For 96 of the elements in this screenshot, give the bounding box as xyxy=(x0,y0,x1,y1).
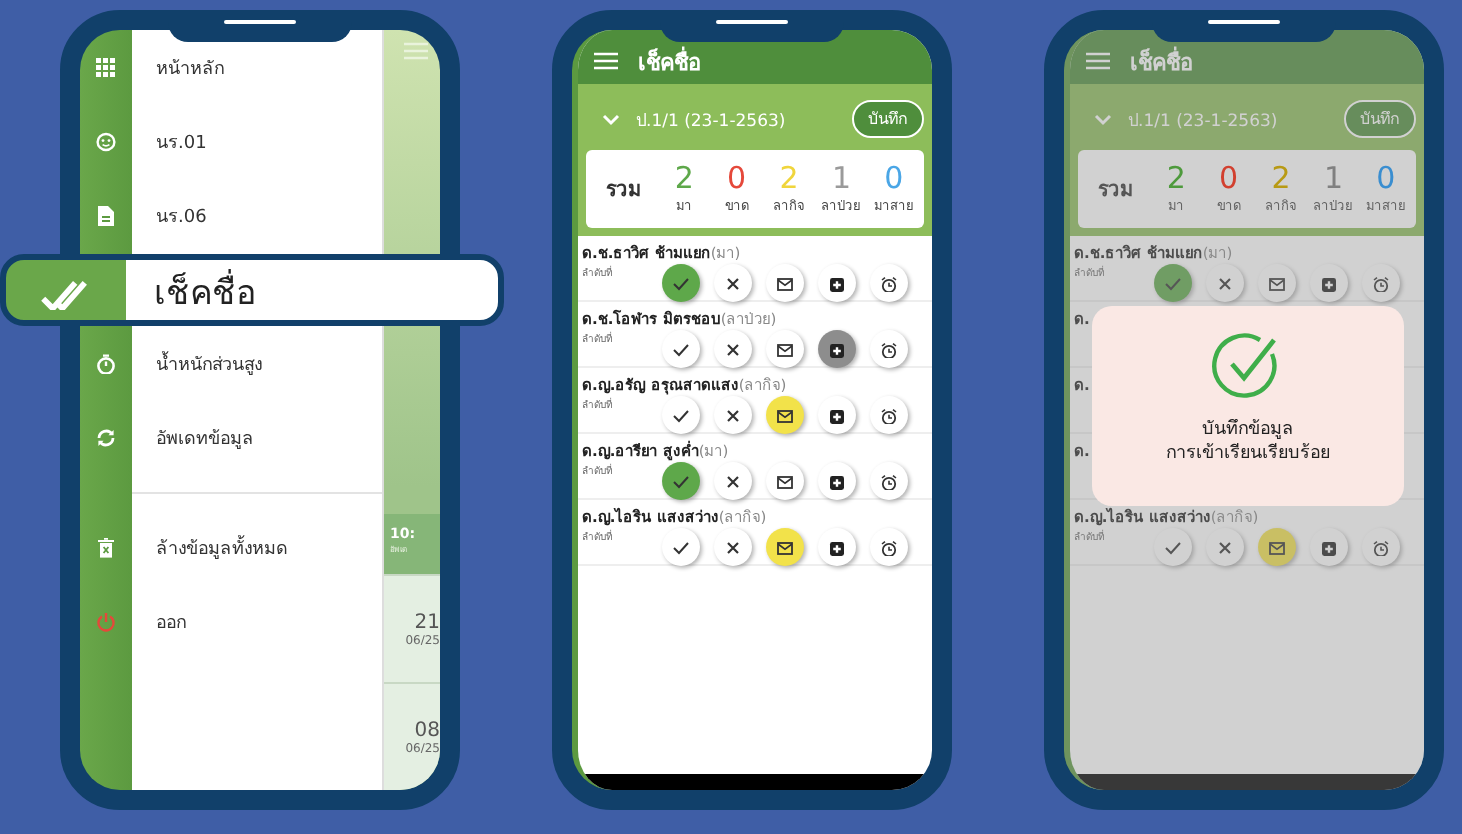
close-icon xyxy=(724,407,742,423)
dialog-text: บันทึกข้อมูล xyxy=(1202,418,1294,442)
trash-icon xyxy=(96,538,116,558)
menu-item[interactable]: ล้างข้อมูลทั้งหมด xyxy=(80,524,382,572)
check-icon xyxy=(672,473,690,489)
attendance-button[interactable] xyxy=(662,462,700,500)
plus-square-icon xyxy=(828,407,846,423)
close-icon xyxy=(724,473,742,489)
count-value: 0 xyxy=(1219,160,1239,196)
count-value: 0 xyxy=(1376,160,1396,196)
attendance-button[interactable] xyxy=(818,528,856,566)
attendance-button[interactable] xyxy=(662,396,700,434)
check-icon xyxy=(1164,539,1182,555)
menu-item[interactable]: เช็คชื่อ xyxy=(0,254,504,326)
attendance-button[interactable] xyxy=(766,528,804,566)
menu-item[interactable]: นร.06 xyxy=(80,192,382,240)
close-icon xyxy=(724,275,742,291)
total-label: รวม xyxy=(1096,177,1136,203)
alarm-clock-icon xyxy=(880,275,898,291)
attendance-button[interactable] xyxy=(714,528,752,566)
close-icon xyxy=(1216,275,1234,291)
check-icon xyxy=(672,275,690,291)
attendance-button[interactable] xyxy=(870,528,908,566)
attendance-button[interactable] xyxy=(662,264,700,302)
save-button[interactable]: บันทึก xyxy=(852,100,924,138)
app-title: เช็คชื่อ xyxy=(1130,44,1194,79)
face-icon xyxy=(96,132,116,152)
envelope-icon xyxy=(776,539,794,555)
envelope-icon xyxy=(776,341,794,357)
document-icon xyxy=(96,206,116,226)
attendance-button[interactable] xyxy=(818,396,856,434)
check-icon xyxy=(672,341,690,357)
grid-icon xyxy=(96,58,116,78)
alarm-clock-icon xyxy=(880,407,898,423)
count-value: 1 xyxy=(831,160,851,196)
alarm-clock-icon xyxy=(880,539,898,555)
count-value: 2 xyxy=(674,160,694,196)
envelope-icon xyxy=(776,473,794,489)
attendance-button[interactable] xyxy=(766,264,804,302)
menu-item[interactable]: นร.01 xyxy=(80,118,382,166)
entry-day: 21 xyxy=(388,612,440,634)
power-icon xyxy=(96,612,116,632)
entry-day: 08 xyxy=(388,720,440,742)
envelope-icon xyxy=(1268,539,1286,555)
plus-square-icon xyxy=(1320,539,1338,555)
count-value: 2 xyxy=(1166,160,1186,196)
envelope-icon xyxy=(776,407,794,423)
attendance-button[interactable] xyxy=(714,396,752,434)
envelope-icon xyxy=(776,275,794,291)
check-icon xyxy=(1164,275,1182,291)
attendance-button[interactable] xyxy=(766,396,804,434)
menu-item[interactable]: อัพเดทข้อมูล xyxy=(80,414,382,462)
attendance-button[interactable] xyxy=(818,330,856,368)
attendance-button[interactable] xyxy=(766,462,804,500)
dialog-text: การเข้าเรียนเรียบร้อย xyxy=(1166,442,1330,466)
class-label: ป.1/1 (23-1-2563) xyxy=(636,109,788,133)
class-label: ป.1/1 (23-1-2563) xyxy=(1128,109,1280,133)
attendance-button[interactable] xyxy=(870,396,908,434)
plus-square-icon xyxy=(1320,275,1338,291)
plus-square-icon xyxy=(828,539,846,555)
alarm-clock-icon xyxy=(1372,539,1390,555)
stopwatch-icon xyxy=(96,354,116,374)
check-icon xyxy=(672,539,690,555)
count-value: 2 xyxy=(1271,160,1291,196)
alarm-clock-icon xyxy=(880,473,898,489)
count-value: 1 xyxy=(1323,160,1343,196)
alarm-clock-icon xyxy=(1372,275,1390,291)
attendance-button[interactable] xyxy=(662,528,700,566)
attendance-button[interactable] xyxy=(714,462,752,500)
check-icon xyxy=(672,407,690,423)
total-label: รวม xyxy=(604,177,644,203)
plus-square-icon xyxy=(828,473,846,489)
sync-icon xyxy=(96,428,116,448)
menu-item[interactable]: ออก xyxy=(80,598,382,646)
attendance-button[interactable] xyxy=(766,330,804,368)
plus-square-icon xyxy=(828,275,846,291)
attendance-button[interactable] xyxy=(870,462,908,500)
app-title: เช็คชื่อ xyxy=(638,44,702,79)
attendance-button[interactable] xyxy=(714,330,752,368)
menu-item[interactable]: หน้าหลัก xyxy=(80,44,382,92)
envelope-icon xyxy=(1268,275,1286,291)
count-value: 0 xyxy=(727,160,747,196)
attendance-button[interactable] xyxy=(714,264,752,302)
close-icon xyxy=(1216,539,1234,555)
menu-item[interactable]: น้ำหนักส่วนสูง xyxy=(80,340,382,388)
attendance-button[interactable] xyxy=(818,462,856,500)
attendance-button[interactable] xyxy=(870,330,908,368)
count-value: 0 xyxy=(884,160,904,196)
close-icon xyxy=(724,539,742,555)
attendance-button[interactable] xyxy=(870,264,908,302)
attendance-button[interactable] xyxy=(818,264,856,302)
plus-square-icon xyxy=(828,341,846,357)
alarm-clock-icon xyxy=(880,341,898,357)
count-value: 2 xyxy=(779,160,799,196)
attendance-button[interactable] xyxy=(662,330,700,368)
close-icon xyxy=(724,341,742,357)
